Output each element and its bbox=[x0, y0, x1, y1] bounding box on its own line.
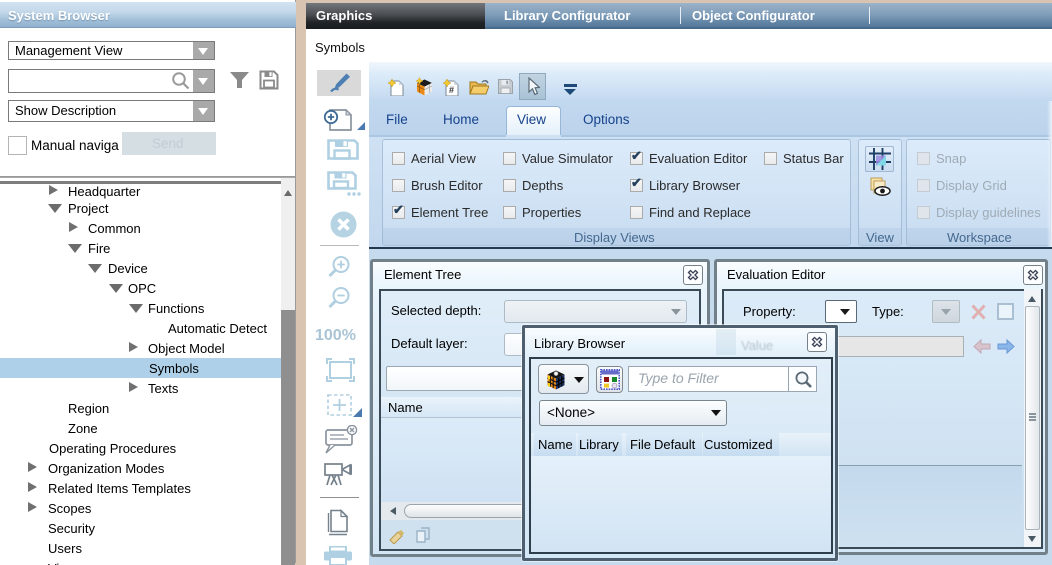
svg-text:#: # bbox=[449, 85, 454, 95]
